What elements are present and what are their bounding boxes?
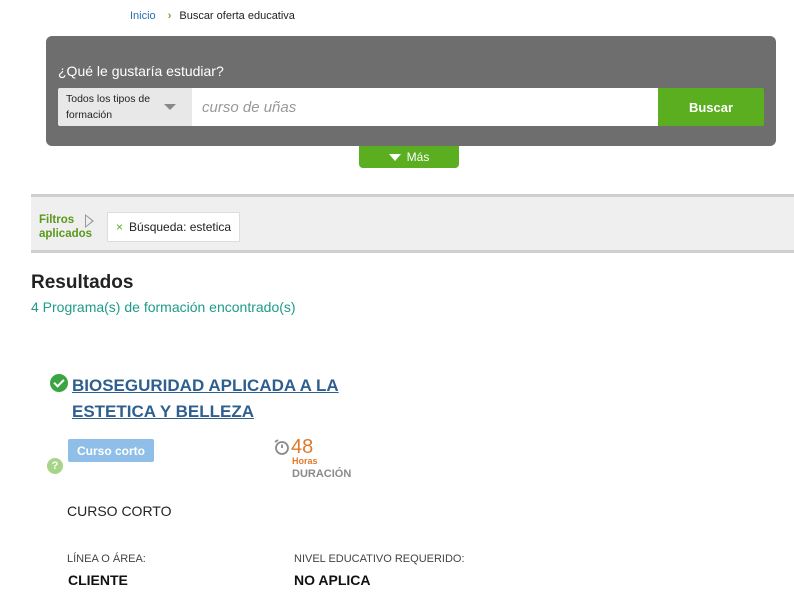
- triangle-down-icon: [388, 153, 401, 161]
- education-level-value: NO APLICA: [294, 572, 371, 588]
- program-type-text: CURSO CORTO: [67, 503, 172, 519]
- breadcrumb-current: Buscar oferta educativa: [179, 10, 295, 22]
- training-type-select[interactable]: Todos los tipos de formación: [58, 88, 192, 126]
- training-type-select-value: Todos los tipos de formación: [66, 93, 151, 121]
- results-heading: Resultados: [31, 272, 134, 293]
- filter-chip-label: Búsqueda: estetica: [129, 220, 232, 234]
- more-options-label: Más: [406, 150, 430, 164]
- results-count: 4 Programa(s) de formación encontrado(s): [31, 299, 296, 315]
- duration-label: DURACIÓN: [292, 468, 352, 480]
- education-level-label: NIVEL EDUCATIVO REQUERIDO:: [294, 553, 465, 565]
- search-panel: ¿Qué le gustaría estudiar? Todos los tip…: [46, 36, 776, 146]
- chevron-right-icon: ›: [167, 10, 172, 22]
- applied-filters-bar: Filtros aplicados × Búsqueda: estetica: [31, 194, 794, 253]
- area-value: CLIENTE: [68, 572, 128, 588]
- breadcrumb-home-link[interactable]: Inicio: [130, 10, 156, 22]
- program-title-link[interactable]: BIOSEGURIDAD APLICADA A LA ESTETICA Y BE…: [72, 373, 392, 425]
- breadcrumb: Inicio › Buscar oferta educativa: [130, 10, 295, 22]
- filter-chip-search[interactable]: × Búsqueda: estetica: [107, 212, 241, 242]
- applied-filters-label: Filtros aplicados: [39, 214, 93, 240]
- duration-unit: Horas: [292, 456, 318, 466]
- area-label: LÍNEA O ÁREA:: [67, 553, 146, 565]
- program-type-badge: Curso corto: [68, 439, 154, 462]
- search-question: ¿Qué le gustaría estudiar?: [58, 63, 224, 79]
- search-input[interactable]: [192, 88, 658, 126]
- triangle-right-icon: [85, 214, 94, 228]
- help-circle-icon[interactable]: ?: [47, 458, 63, 474]
- check-circle-icon: [50, 374, 68, 392]
- more-options-button[interactable]: Más: [359, 146, 459, 168]
- remove-filter-icon[interactable]: ×: [116, 220, 123, 234]
- search-button[interactable]: Buscar: [658, 88, 764, 126]
- timer-icon: [274, 439, 289, 455]
- caret-down-icon: [164, 104, 176, 110]
